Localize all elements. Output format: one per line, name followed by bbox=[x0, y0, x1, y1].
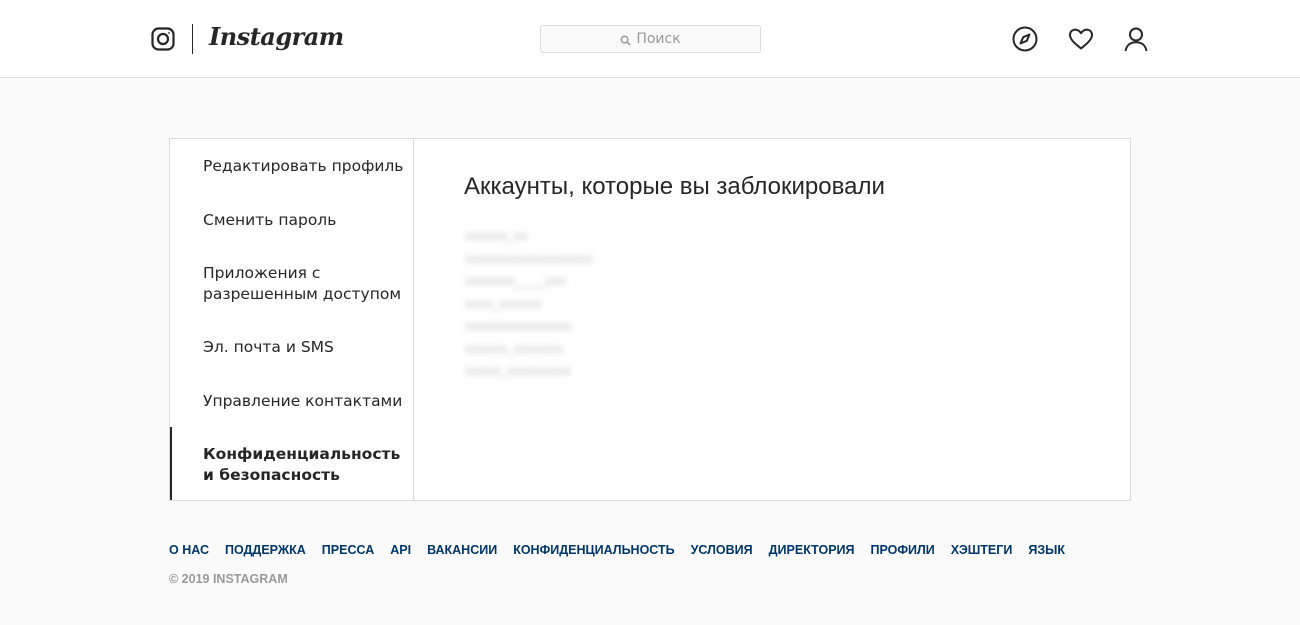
search-placeholder: Поиск bbox=[636, 31, 681, 47]
footer-link-hashtags[interactable]: ХЭШТЕГИ bbox=[951, 543, 1013, 557]
list-item[interactable]: xxxxxx_xxxxxxx bbox=[465, 338, 593, 361]
page-title: Аккаунты, которые вы заблокировали bbox=[464, 173, 885, 200]
copyright-text: © 2019 INSTAGRAM bbox=[169, 572, 288, 586]
sidebar-item-email-sms[interactable]: Эл. почта и SMS bbox=[170, 337, 413, 358]
compass-icon[interactable] bbox=[1012, 26, 1038, 52]
list-item[interactable]: xxxx_xxxxxx bbox=[465, 293, 593, 316]
footer-link-language[interactable]: ЯЗЫК bbox=[1028, 543, 1065, 557]
list-item[interactable]: xxxxxxxxxxxxxxx bbox=[465, 315, 593, 338]
list-item[interactable]: xxxxxxxxxxxxxxxxxx bbox=[465, 248, 593, 271]
search-input[interactable]: Поиск bbox=[540, 25, 761, 53]
footer-link-profiles[interactable]: ПРОФИЛИ bbox=[871, 543, 935, 557]
sidebar-item-change-password[interactable]: Сменить пароль bbox=[170, 210, 413, 231]
footer-link-terms[interactable]: УСЛОВИЯ bbox=[691, 543, 753, 557]
sidebar-item-manage-contacts[interactable]: Управление контактами bbox=[170, 391, 413, 412]
settings-sidebar: Редактировать профиль Сменить пароль При… bbox=[170, 139, 414, 500]
sidebar-item-privacy-security[interactable]: Конфиденциальность и безопасность bbox=[170, 427, 413, 500]
footer-link-jobs[interactable]: ВАКАНСИИ bbox=[427, 543, 497, 557]
blocked-accounts-list: xxxxxx_xx xxxxxxxxxxxxxxxxxx xxxxxxx____… bbox=[465, 225, 593, 383]
footer-link-about[interactable]: О НАС bbox=[169, 543, 209, 557]
footer-links: О НАС ПОДДЕРЖКА ПРЕССА API ВАКАНСИИ КОНФ… bbox=[169, 543, 1081, 557]
instagram-wordmark[interactable]: Instagram bbox=[209, 22, 344, 51]
search-icon bbox=[620, 34, 631, 46]
footer-link-privacy[interactable]: КОНФИДЕНЦИАЛЬНОСТЬ bbox=[513, 543, 674, 557]
list-item[interactable]: xxxxxx_xx bbox=[465, 225, 593, 248]
list-item[interactable]: xxxxxxx_____xxx bbox=[465, 270, 593, 293]
instagram-glyph-icon[interactable] bbox=[151, 27, 175, 51]
sidebar-item-authorized-apps[interactable]: Приложения с разрешенным доступом bbox=[170, 263, 410, 305]
profile-icon[interactable] bbox=[1123, 26, 1149, 52]
footer-link-api[interactable]: API bbox=[390, 543, 411, 557]
heart-icon[interactable] bbox=[1068, 26, 1094, 52]
footer-link-directory[interactable]: ДИРЕКТОРИЯ bbox=[769, 543, 855, 557]
footer-link-support[interactable]: ПОДДЕРЖКА bbox=[225, 543, 306, 557]
sidebar-item-edit-profile[interactable]: Редактировать профиль bbox=[170, 156, 413, 177]
settings-panel: Редактировать профиль Сменить пароль При… bbox=[169, 138, 1131, 501]
list-item[interactable]: xxxxx_xxxxxxxxx bbox=[465, 360, 593, 383]
logo-divider bbox=[192, 24, 193, 54]
top-navigation-bar: Instagram Поиск bbox=[0, 0, 1300, 78]
footer-link-press[interactable]: ПРЕССА bbox=[322, 543, 374, 557]
